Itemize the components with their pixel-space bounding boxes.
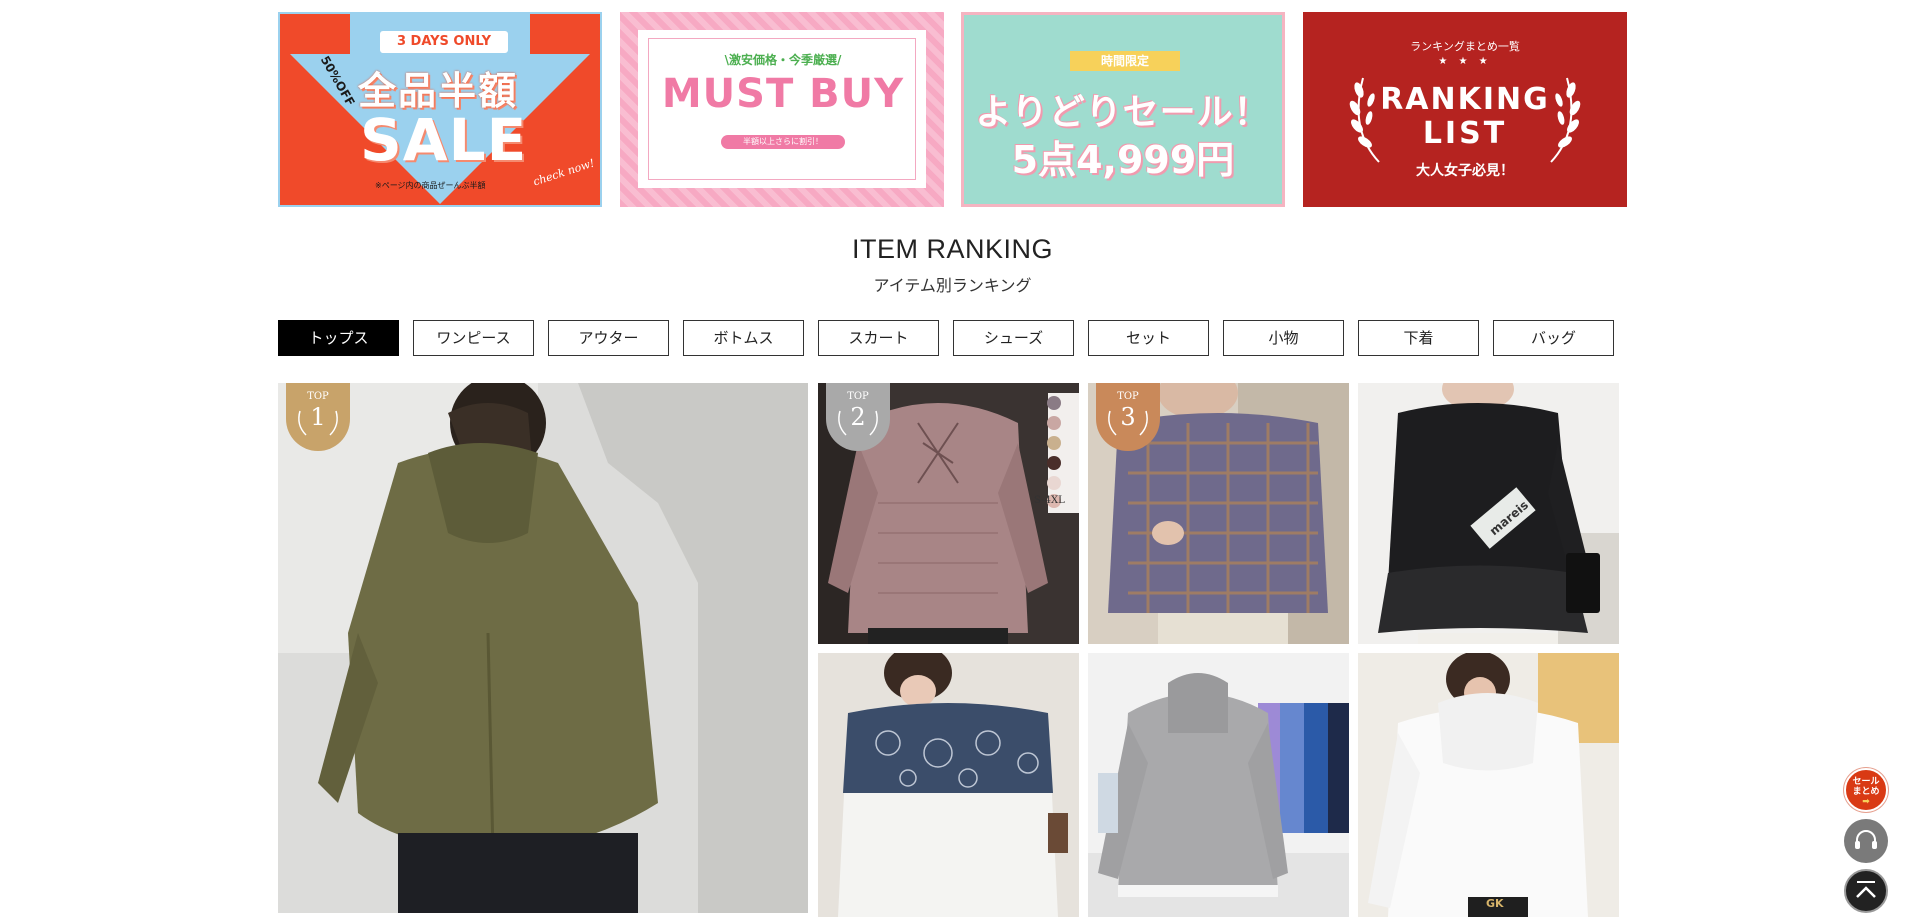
- product-card-rank-3[interactable]: TOP 3: [1088, 383, 1349, 644]
- grey-hooded-sweatshirt-photo: [1088, 653, 1349, 917]
- must-buy-card: \激安価格・今季厳選/ MUST BUY 半額以上さらに割引！: [638, 30, 926, 188]
- product-card-rank-1[interactable]: TOP 1: [278, 383, 808, 913]
- size-range-label: S-4XL: [1034, 495, 1065, 506]
- tab-outer[interactable]: アウター: [548, 320, 669, 356]
- product-card-rank-2[interactable]: S-4XL TOP 2: [818, 383, 1079, 644]
- product-card-5[interactable]: [818, 653, 1079, 917]
- rank-badge-1: TOP 1: [286, 383, 350, 451]
- white-hooded-tee-photo: [1358, 653, 1619, 917]
- banner-yoridori-sale[interactable]: 時間限定 よりどりセール！ 5点4,999円: [961, 12, 1285, 207]
- time-limited-tag: 時間限定: [1070, 51, 1180, 71]
- sale-summary-button[interactable]: セール まとめ ➡: [1844, 768, 1888, 812]
- three-days-only-label: 3 DAYS ONLY: [380, 31, 508, 53]
- yoridori-headline: よりどりセール！: [975, 92, 1271, 133]
- arrow-right-icon: ➡: [1862, 797, 1870, 807]
- sale-summary-label-1: セール: [1852, 777, 1880, 787]
- tab-shoes[interactable]: シューズ: [953, 320, 1074, 356]
- must-buy-discount-pill: 半額以上さらに割引！: [721, 135, 845, 149]
- must-buy-tagline: \激安価格・今季厳選/: [724, 53, 842, 67]
- badge-rank-number: 2: [850, 403, 866, 431]
- badge-rank-number: 3: [1120, 403, 1136, 431]
- banner-row: 3 DAYS ONLY 50%OFF 全品半額 SALE ※ページ内の商品ぜーん…: [278, 12, 1628, 207]
- tab-bottoms[interactable]: ボトムス: [683, 320, 804, 356]
- product-card-4[interactable]: mareis: [1358, 383, 1619, 644]
- belt-buckle-logo: GK: [1486, 897, 1504, 910]
- product-grid: TOP 1 S-4XL TOP 2 TOP 3 mareis GK: [278, 383, 1619, 917]
- black-peplum-top-photo: [1358, 383, 1619, 644]
- rank-badge-3: TOP 3: [1096, 383, 1160, 451]
- sale-summary-label-2: まとめ: [1852, 787, 1880, 797]
- ranking-stars: ★ ★ ★: [1438, 56, 1492, 67]
- badge-top-label: TOP: [307, 391, 329, 402]
- tab-onepiece[interactable]: ワンピース: [413, 320, 534, 356]
- tab-tops[interactable]: トップス: [278, 320, 399, 356]
- scroll-to-top-button[interactable]: [1844, 869, 1888, 913]
- list-headline: LIST: [1422, 116, 1508, 151]
- section-subtitle: アイテム別ランキング: [873, 276, 1032, 295]
- khaki-hooded-shirt-photo: [278, 383, 808, 913]
- sale-headline: SALE: [360, 106, 528, 174]
- ranking-headline: RANKING: [1380, 82, 1550, 117]
- ranking-subtitle: 大人女子必見！: [1416, 163, 1514, 179]
- tab-bag[interactable]: バッグ: [1493, 320, 1614, 356]
- ranking-summary-label: ランキングまとめ一覧: [1410, 40, 1520, 53]
- paisley-patchwork-hoodie-photo: [818, 653, 1079, 917]
- sale-note: ※ページ内の商品ぜーんぶ半額: [375, 181, 486, 190]
- badge-top-label: TOP: [1117, 391, 1139, 402]
- arrow-up-icon: [1856, 881, 1876, 898]
- tab-skirt[interactable]: スカート: [818, 320, 939, 356]
- yoridori-price: 5点4,999円: [1011, 138, 1235, 182]
- must-buy-headline: MUST BUY: [661, 71, 905, 117]
- banner-ranking-list[interactable]: ランキングまとめ一覧 ★ ★ ★ RANKING LIST 大人女子必見！: [1303, 12, 1627, 207]
- banner-half-price-sale[interactable]: 3 DAYS ONLY 50%OFF 全品半額 SALE ※ページ内の商品ぜーん…: [278, 12, 602, 207]
- rank-badge-2: TOP 2: [826, 383, 890, 451]
- headset-icon: [1855, 830, 1877, 849]
- tab-accessories[interactable]: 小物: [1223, 320, 1344, 356]
- must-buy-frame: \激安価格・今季厳選/ MUST BUY 半額以上さらに割引！: [648, 38, 916, 180]
- section-title: ITEM RANKING: [851, 234, 1053, 264]
- product-card-7[interactable]: GK: [1358, 653, 1619, 917]
- banner-must-buy[interactable]: \激安価格・今季厳選/ MUST BUY 半額以上さらに割引！: [620, 12, 944, 207]
- tab-set[interactable]: セット: [1088, 320, 1209, 356]
- category-tabs: トップス ワンピース アウター ボトムス スカート シューズ セット 小物 下着…: [278, 320, 1618, 356]
- tab-underwear[interactable]: 下着: [1358, 320, 1479, 356]
- support-button[interactable]: [1844, 819, 1888, 863]
- badge-rank-number: 1: [310, 403, 326, 431]
- product-card-6[interactable]: [1088, 653, 1349, 917]
- badge-top-label: TOP: [847, 391, 869, 402]
